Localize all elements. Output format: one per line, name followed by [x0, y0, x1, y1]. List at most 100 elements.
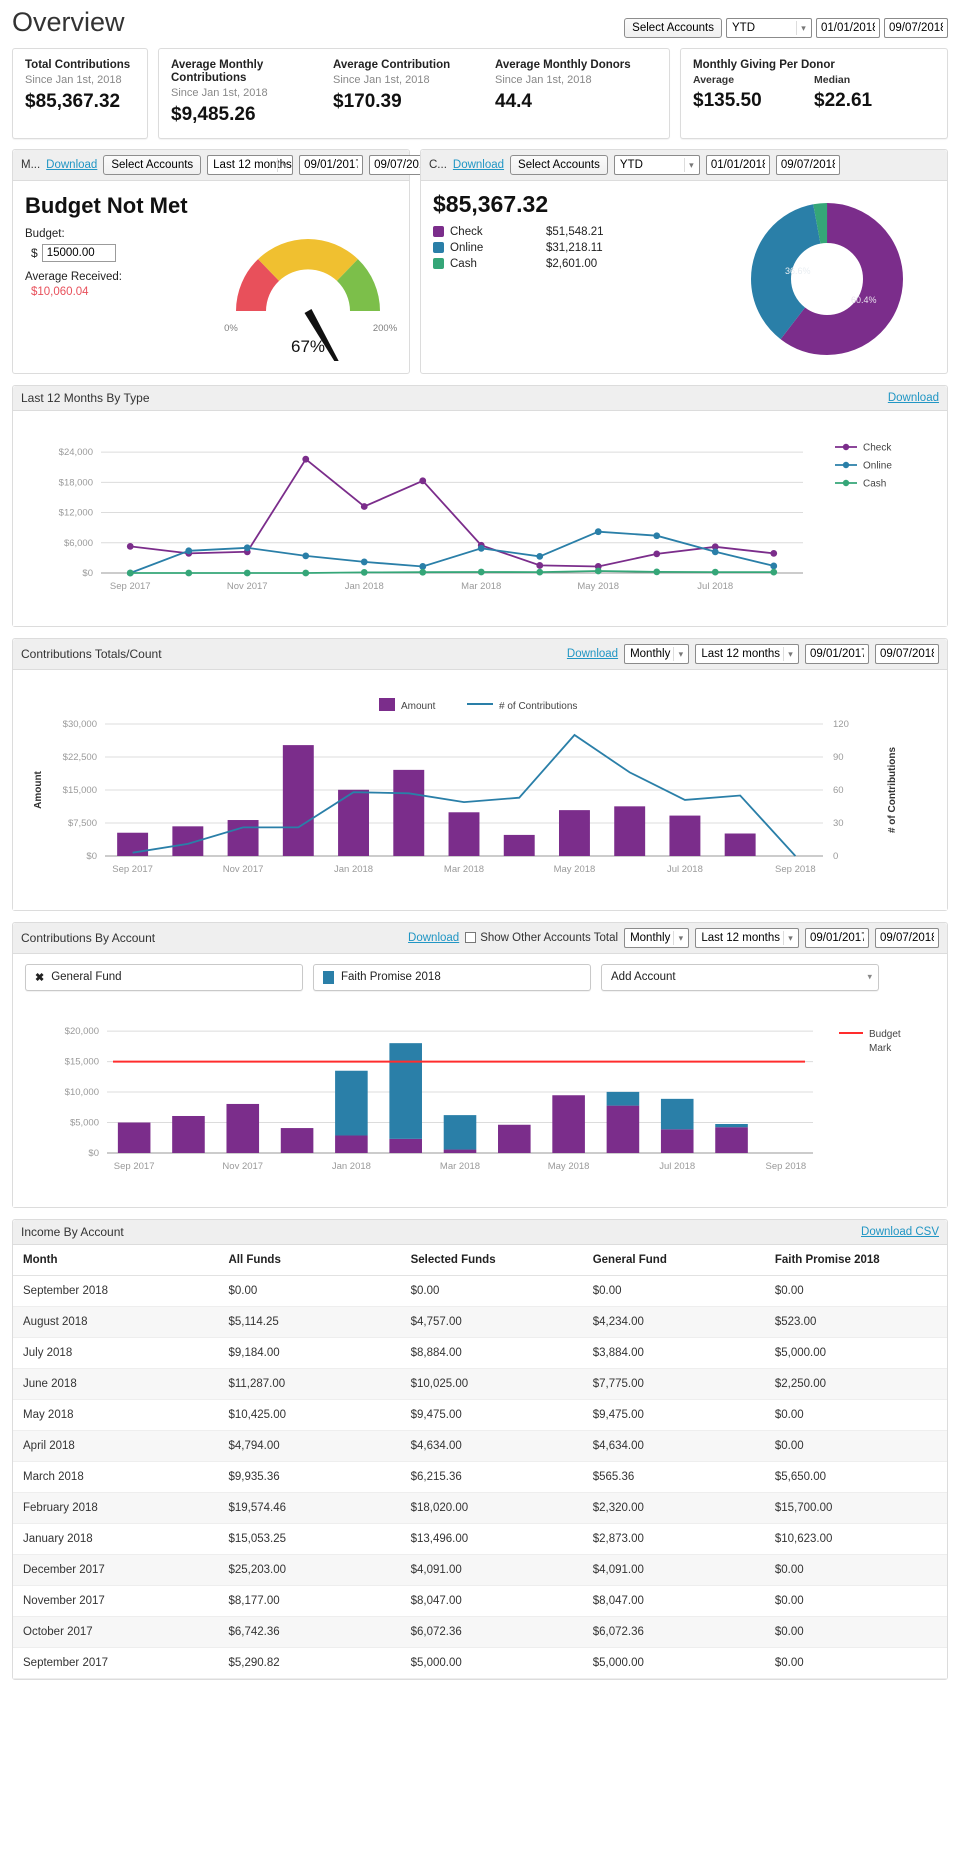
account-chip-general-fund[interactable]: ✖ General Fund — [25, 963, 303, 991]
table-row: August 2018 $5,114.25 $4,757.00 $4,234.00 $5… — [13, 1306, 947, 1338]
table-cell: $0.00 — [218, 1275, 401, 1307]
table-cell: $6,072.36 — [400, 1616, 583, 1648]
table-cell: $9,475.00 — [582, 1399, 765, 1431]
table-cell: $5,000.00 — [400, 1647, 583, 1679]
income-table-header: Income By Account Download CSV — [13, 1219, 947, 1245]
table-cell: $15,700.00 — [764, 1492, 947, 1524]
table-cell: $4,757.00 — [400, 1306, 583, 1338]
legend-swatch-online — [433, 242, 444, 254]
by-account-range-select[interactable]: Last 12 months ▾ — [695, 927, 799, 948]
show-other-accounts-total-checkbox[interactable]: Show Other Accounts Total — [465, 932, 618, 944]
gauge-min-label: 0% — [224, 323, 238, 334]
chevron-down-icon: ▾ — [867, 971, 872, 982]
kpi-value: $9,485.26 — [171, 103, 256, 125]
svg-text:Amount: Amount — [401, 701, 436, 712]
totals-count-interval-select[interactable]: Monthly ▾ — [624, 643, 690, 664]
by-account-date-from-input[interactable] — [805, 927, 869, 948]
table-cell: $8,884.00 — [400, 1337, 583, 1369]
contrib-range-select[interactable]: YTD ▾ — [613, 154, 700, 175]
date-from-input[interactable] — [816, 17, 880, 38]
table-row: April 2018 $4,794.00 $4,634.00 $4,634.00 $0.… — [13, 1430, 947, 1462]
table-cell: $2,873.00 — [582, 1523, 765, 1555]
budget-select-accounts-button[interactable]: Select Accounts — [103, 154, 202, 175]
svg-text:0: 0 — [833, 851, 838, 862]
budget-amount-input[interactable] — [41, 243, 116, 262]
table-cell: $5,290.82 — [218, 1647, 401, 1679]
table-cell: $10,623.00 — [764, 1523, 947, 1555]
account-chip-label: Faith Promise 2018 — [341, 971, 441, 984]
totals-count-range-select[interactable]: Last 12 months ▾ — [695, 643, 799, 664]
select-accounts-button[interactable]: Select Accounts — [624, 17, 722, 38]
kpi-sublabel: Since Jan 1st, 2018 — [171, 86, 268, 99]
totals-count-date-from-input[interactable] — [805, 643, 869, 664]
contrib-panel-body: $85,367.32 Check $51,548.21 Online $31,2… — [421, 181, 947, 374]
contrib-select-accounts-button[interactable]: Select Accounts — [510, 154, 608, 175]
svg-text:Mark: Mark — [869, 1043, 892, 1054]
legend-label: Online — [450, 241, 484, 254]
table-cell: $0.00 — [764, 1430, 947, 1462]
svg-text:Jul 2018: Jul 2018 — [697, 581, 733, 592]
table-cell: $9,184.00 — [218, 1337, 401, 1369]
totals-count-date-to-input[interactable] — [875, 643, 939, 664]
kpi-monthly-giving-per-donor: Monthly Giving Per Donor Average $135.50… — [680, 47, 948, 139]
table-cell: $0.00 — [400, 1275, 583, 1307]
table-cell: $8,177.00 — [218, 1585, 401, 1617]
checkbox-icon[interactable] — [465, 932, 477, 944]
table-cell: $4,091.00 — [400, 1554, 583, 1586]
svg-text:30: 30 — [833, 818, 844, 829]
show-other-accounts-total-label: Show Other Accounts Total — [480, 931, 619, 944]
svg-text:$0: $0 — [86, 851, 97, 862]
table-cell: April 2018 — [13, 1430, 219, 1462]
account-chip-faith-promise[interactable]: Faith Promise 2018 — [313, 963, 591, 991]
legend-swatch-check — [433, 226, 444, 238]
page-title: Overview — [12, 7, 125, 37]
income-table: Month All Funds Selected Funds General Fund… — [13, 1244, 947, 1679]
kpi-total-contributions: Total Contributions Since Jan 1st, 2018 … — [12, 47, 148, 139]
add-account-select[interactable]: Add Account ▾ — [601, 963, 879, 991]
svg-text:Cash: Cash — [863, 478, 886, 489]
by-account-date-to-input[interactable] — [875, 927, 939, 948]
budget-download-link[interactable]: Download — [46, 159, 97, 171]
totals-count-download-link[interactable]: Download — [567, 648, 618, 660]
account-chip-label: General Fund — [51, 971, 122, 984]
svg-text:$18,000: $18,000 — [59, 477, 93, 488]
income-download-csv-link[interactable]: Download CSV — [861, 1226, 939, 1238]
income-by-account-block: Income By Account Download CSV Month All … — [12, 1218, 948, 1680]
dashboard-page: Overview Select Accounts YTD▾ Total Cont… — [0, 0, 960, 1700]
kpi-row: Total Contributions Since Jan 1st, 2018 … — [12, 47, 948, 139]
contributions-donut-chart: 36.6% 60.4% — [747, 199, 907, 359]
table-row: January 2018 $15,053.25 $13,496.00 $2,873.0… — [13, 1523, 947, 1555]
kpi-label: Average Monthly Donors — [495, 58, 631, 71]
budget-gauge: 0% 200% 67% — [213, 191, 403, 369]
by-account-chart-area: $0 $5,000 $10,000 $15,000 $20,000 Sep 2017 Nov… — [13, 996, 947, 1207]
kpi-median-value: $22.61 — [814, 89, 873, 111]
table-cell: $0.00 — [582, 1275, 765, 1307]
kpi-value: $85,367.32 — [25, 90, 121, 112]
chevron-down-icon: ▾ — [277, 157, 289, 172]
by-type-download-link[interactable]: Download — [888, 392, 939, 404]
table-cell: June 2018 — [13, 1368, 219, 1400]
table-cell: $6,215.36 — [400, 1461, 583, 1493]
legend-value: $31,218.11 — [546, 241, 603, 254]
table-row: July 2018 $9,184.00 $8,884.00 $3,884.00 $5,0… — [13, 1337, 947, 1369]
kpi-median-label: Median — [814, 73, 851, 86]
contrib-date-to-input[interactable] — [775, 154, 840, 175]
table-col-header-3: General Fund — [582, 1244, 765, 1276]
budget-panel: M... Download Select Accounts Last 12 mo… — [12, 148, 434, 374]
svg-text:Online: Online — [863, 460, 892, 471]
kpi-sublabel: Since Jan 1st, 2018 — [495, 73, 592, 86]
svg-text:$24,000: $24,000 — [59, 447, 93, 458]
contrib-download-link[interactable]: Download — [453, 159, 504, 171]
budget-range-select[interactable]: Last 12 months ▾ — [207, 154, 294, 175]
kpi-average-contribution: Average Contribution Since Jan 1st, 2018… — [333, 59, 495, 126]
close-icon[interactable]: ✖ — [35, 971, 44, 984]
date-range-select[interactable]: YTD ▾ — [726, 17, 812, 38]
date-to-input[interactable] — [884, 17, 948, 38]
by-account-interval-select[interactable]: Monthly ▾ — [624, 927, 690, 948]
last-12-months-by-type-block: Last 12 Months By Type Download $0 $6,000… — [12, 384, 948, 627]
by-account-download-link[interactable]: Download — [408, 932, 459, 944]
budget-date-from-input[interactable] — [299, 154, 364, 175]
contrib-date-from-input[interactable] — [705, 154, 770, 175]
legend-value: $51,548.21 — [546, 225, 604, 238]
table-cell: November 2017 — [13, 1585, 219, 1617]
